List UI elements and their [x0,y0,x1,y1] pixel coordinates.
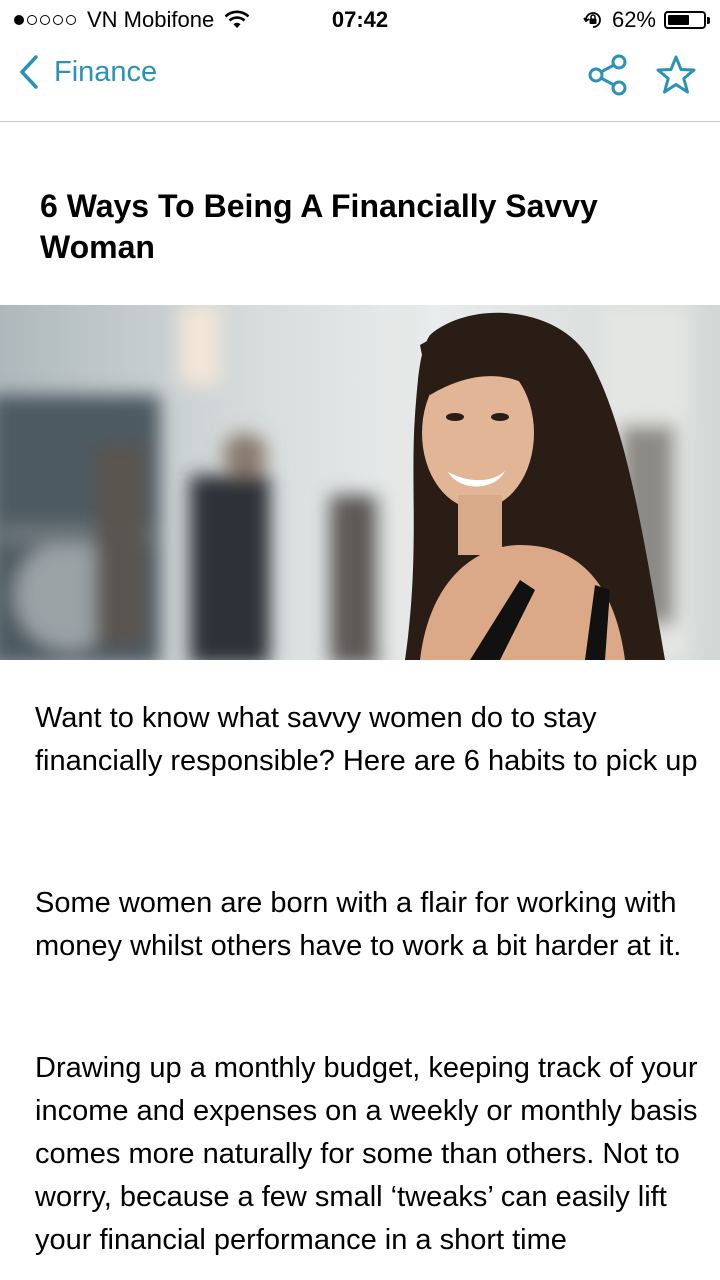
status-right: 62% [582,7,710,33]
rotation-lock-icon [583,12,601,28]
nav-bar: Finance [0,40,720,122]
battery-percent: 62% [611,7,656,32]
article-title: 6 Ways To Being A Financially Savvy Woma… [40,188,598,265]
nav-actions [564,52,698,98]
battery-icon [664,11,710,29]
status-bar: VN Mobifone 07:42 62% [0,0,720,40]
article-paragraph: Some women are born with a flair for wor… [35,887,682,962]
share-icon [588,54,627,96]
favorite-button[interactable] [654,53,698,97]
back-label: Finance [54,55,158,88]
article-paragraph: Want to know what savvy women do to stay… [35,702,698,777]
share-button[interactable] [586,52,632,98]
hero-photo [0,305,720,660]
star-icon [656,55,696,94]
chevron-left-icon [20,55,38,89]
battery-fill [668,15,690,25]
article-paragraph: Drawing up a monthly budget, keeping tra… [35,1052,698,1256]
article-hero-image [0,305,720,660]
back-button[interactable]: Finance [18,54,157,90]
